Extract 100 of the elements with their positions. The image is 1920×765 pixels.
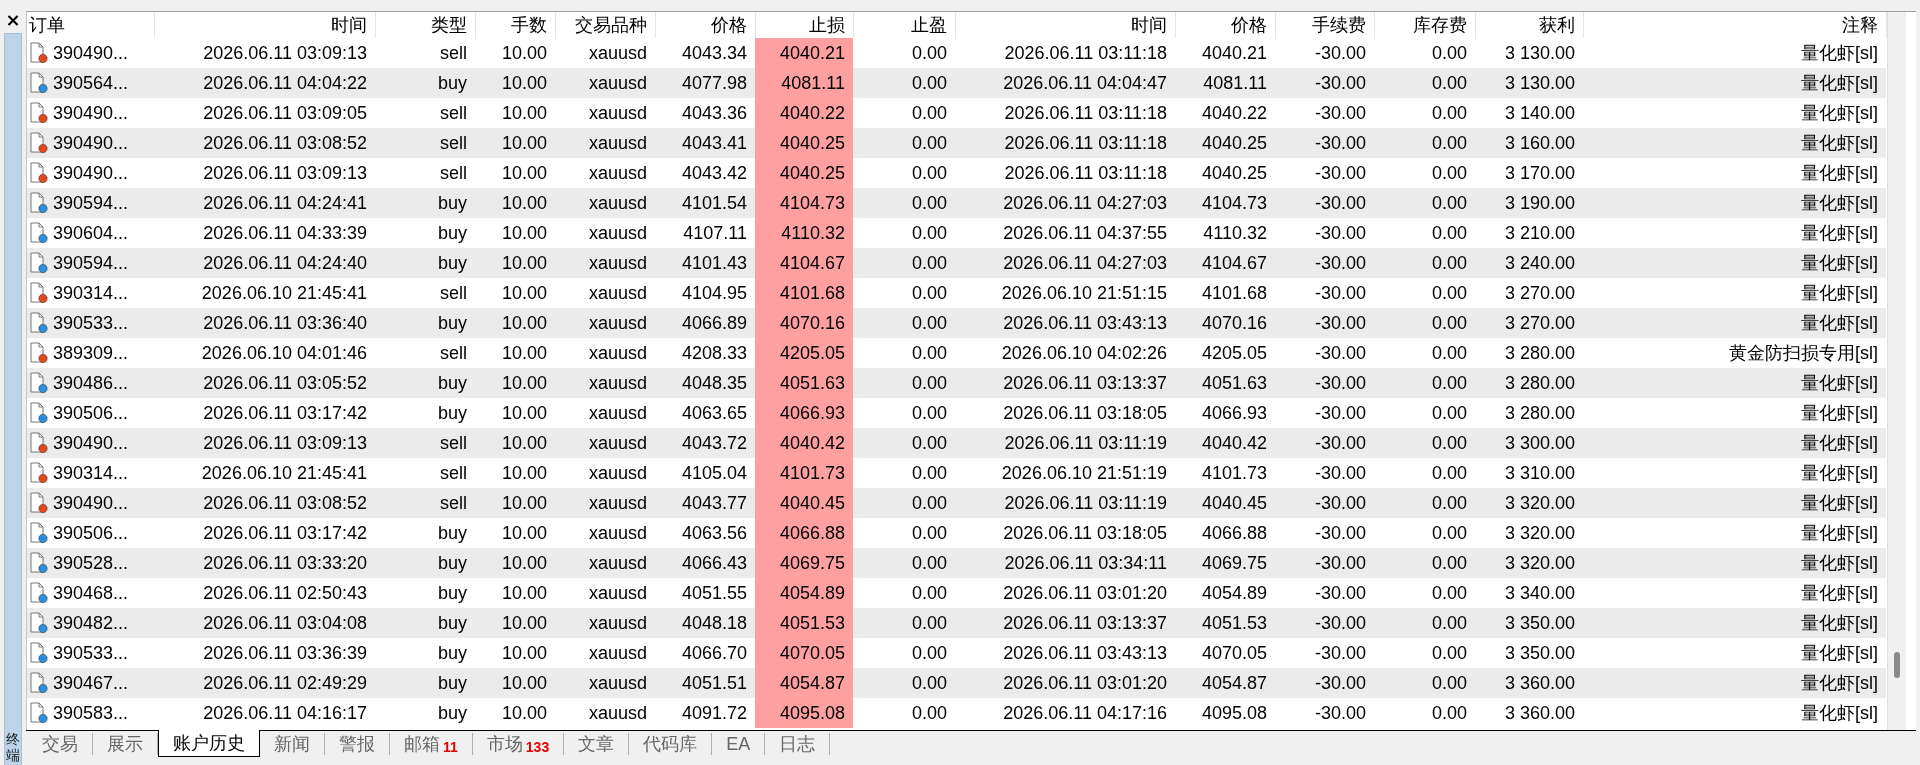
table-cell: 4101.54 (655, 188, 755, 218)
table-cell: 4043.41 (655, 128, 755, 158)
column-header[interactable]: 获利 (1475, 12, 1583, 38)
table-cell: 量化虾[sl] (1583, 488, 1886, 518)
table-cell: 0.00 (1374, 698, 1475, 728)
table-cell: -30.00 (1275, 608, 1374, 638)
table-cell: 0.00 (853, 698, 955, 728)
table-cell: 4101.73 (755, 458, 853, 488)
column-header[interactable]: 时间 (955, 12, 1175, 38)
table-cell: 4104.67 (755, 248, 853, 278)
order-cell: 390490... (27, 428, 154, 458)
column-header[interactable]: 交易品种 (555, 12, 655, 38)
table-cell: 4043.42 (655, 158, 755, 188)
table-cell: 10.00 (475, 68, 555, 98)
table-cell: 量化虾[sl] (1583, 68, 1886, 98)
column-header[interactable]: 注释 (1583, 12, 1886, 38)
table-cell: buy (375, 398, 475, 428)
table-cell: 4063.56 (655, 518, 755, 548)
table-cell: xauusd (555, 218, 655, 248)
table-cell: 4040.42 (1175, 428, 1275, 458)
table-cell: 量化虾[sl] (1583, 398, 1886, 428)
column-header[interactable]: 类型 (375, 12, 475, 38)
table-cell: 4043.36 (655, 98, 755, 128)
table-cell: 4040.21 (755, 38, 853, 68)
order-cell: 390533... (27, 308, 154, 338)
table-cell: 3 350.00 (1475, 608, 1583, 638)
table-cell: 0.00 (1374, 518, 1475, 548)
table-cell: xauusd (555, 308, 655, 338)
table-cell: 0.00 (853, 668, 955, 698)
table-cell: 量化虾[sl] (1583, 518, 1886, 548)
table-cell: xauusd (555, 68, 655, 98)
table-cell: 2026.06.10 21:51:19 (955, 458, 1175, 488)
order-cell: 390594... (27, 248, 154, 278)
table-cell: 4048.35 (655, 368, 755, 398)
panel-title: 终端 (6, 732, 20, 763)
order-cell: 390490... (27, 38, 154, 68)
order-cell: 390490... (27, 158, 154, 188)
table-cell: buy (375, 548, 475, 578)
table-cell: 2026.06.11 02:50:43 (154, 578, 375, 608)
tab[interactable]: 日志 (765, 733, 831, 755)
table-cell: 0.00 (1374, 128, 1475, 158)
table-cell: 4051.53 (755, 608, 853, 638)
table-cell: -30.00 (1275, 158, 1374, 188)
close-button[interactable]: × (3, 11, 23, 29)
count-label: 11 (443, 738, 458, 757)
table-cell: 0.00 (1374, 458, 1475, 488)
table-cell: 4051.55 (655, 578, 755, 608)
table-cell: 3 300.00 (1475, 428, 1583, 458)
table-cell: 0.00 (853, 308, 955, 338)
table-cell: 2026.06.11 03:05:52 (154, 368, 375, 398)
table-cell: 4054.89 (1175, 578, 1275, 608)
tab[interactable]: 新闻 (260, 733, 325, 755)
table-cell: 2026.06.11 04:04:22 (154, 68, 375, 98)
table-cell: 4110.32 (1175, 218, 1275, 248)
table-cell: 4070.05 (1175, 638, 1275, 668)
table-cell: 10.00 (475, 218, 555, 248)
table-cell: 4081.11 (755, 68, 853, 98)
table-cell: 2026.06.11 04:04:47 (955, 68, 1175, 98)
table-cell: 0.00 (1374, 668, 1475, 698)
column-header[interactable]: 订单 (27, 12, 154, 38)
table-cell: 4051.63 (755, 368, 853, 398)
tab[interactable]: 文章 (564, 733, 630, 755)
tab[interactable]: 警报 (325, 733, 390, 755)
table-cell: buy (375, 218, 475, 248)
table-cell: 4070.05 (755, 638, 853, 668)
table-cell: 4051.53 (1175, 608, 1275, 638)
table-cell: 2026.06.11 03:36:40 (154, 308, 375, 338)
table-cell: 量化虾[sl] (1583, 278, 1886, 308)
table-cell: 3 340.00 (1475, 578, 1583, 608)
order-cell: 390506... (27, 398, 154, 428)
tab[interactable]: 账户历史 (158, 730, 260, 757)
column-header[interactable]: 价格 (655, 12, 755, 38)
table-cell: 10.00 (475, 668, 555, 698)
table-cell: xauusd (555, 638, 655, 668)
table-cell: sell (375, 428, 475, 458)
table-cell: 4101.73 (1175, 458, 1275, 488)
tab[interactable]: EA (712, 733, 766, 755)
tab[interactable]: 交易 (28, 733, 93, 755)
column-header[interactable]: 止盈 (853, 12, 955, 38)
tab[interactable]: 代码库 (629, 733, 713, 755)
column-header[interactable]: 库存费 (1374, 12, 1475, 38)
table-cell: 2026.06.11 04:16:17 (154, 698, 375, 728)
table-cell: 3 360.00 (1475, 698, 1583, 728)
table-cell: buy (375, 698, 475, 728)
column-header[interactable]: 手续费 (1275, 12, 1374, 38)
table-cell: 0.00 (1374, 218, 1475, 248)
table-cell: buy (375, 578, 475, 608)
count-label: 133 (525, 738, 550, 757)
scrollbar-thumb[interactable] (1894, 652, 1900, 678)
table-cell: 10.00 (475, 398, 555, 428)
table-cell: xauusd (555, 608, 655, 638)
table-cell: 0.00 (1374, 98, 1475, 128)
column-header[interactable]: 时间 (154, 12, 375, 38)
column-header[interactable]: 手数 (475, 12, 555, 38)
table-cell: 4070.16 (755, 308, 853, 338)
table-cell: 4063.65 (655, 398, 755, 428)
scrollbar[interactable] (1887, 12, 1906, 730)
column-header[interactable]: 价格 (1175, 12, 1275, 38)
table-cell: 2026.06.11 03:13:37 (955, 608, 1175, 638)
table-cell: 4040.45 (755, 488, 853, 518)
